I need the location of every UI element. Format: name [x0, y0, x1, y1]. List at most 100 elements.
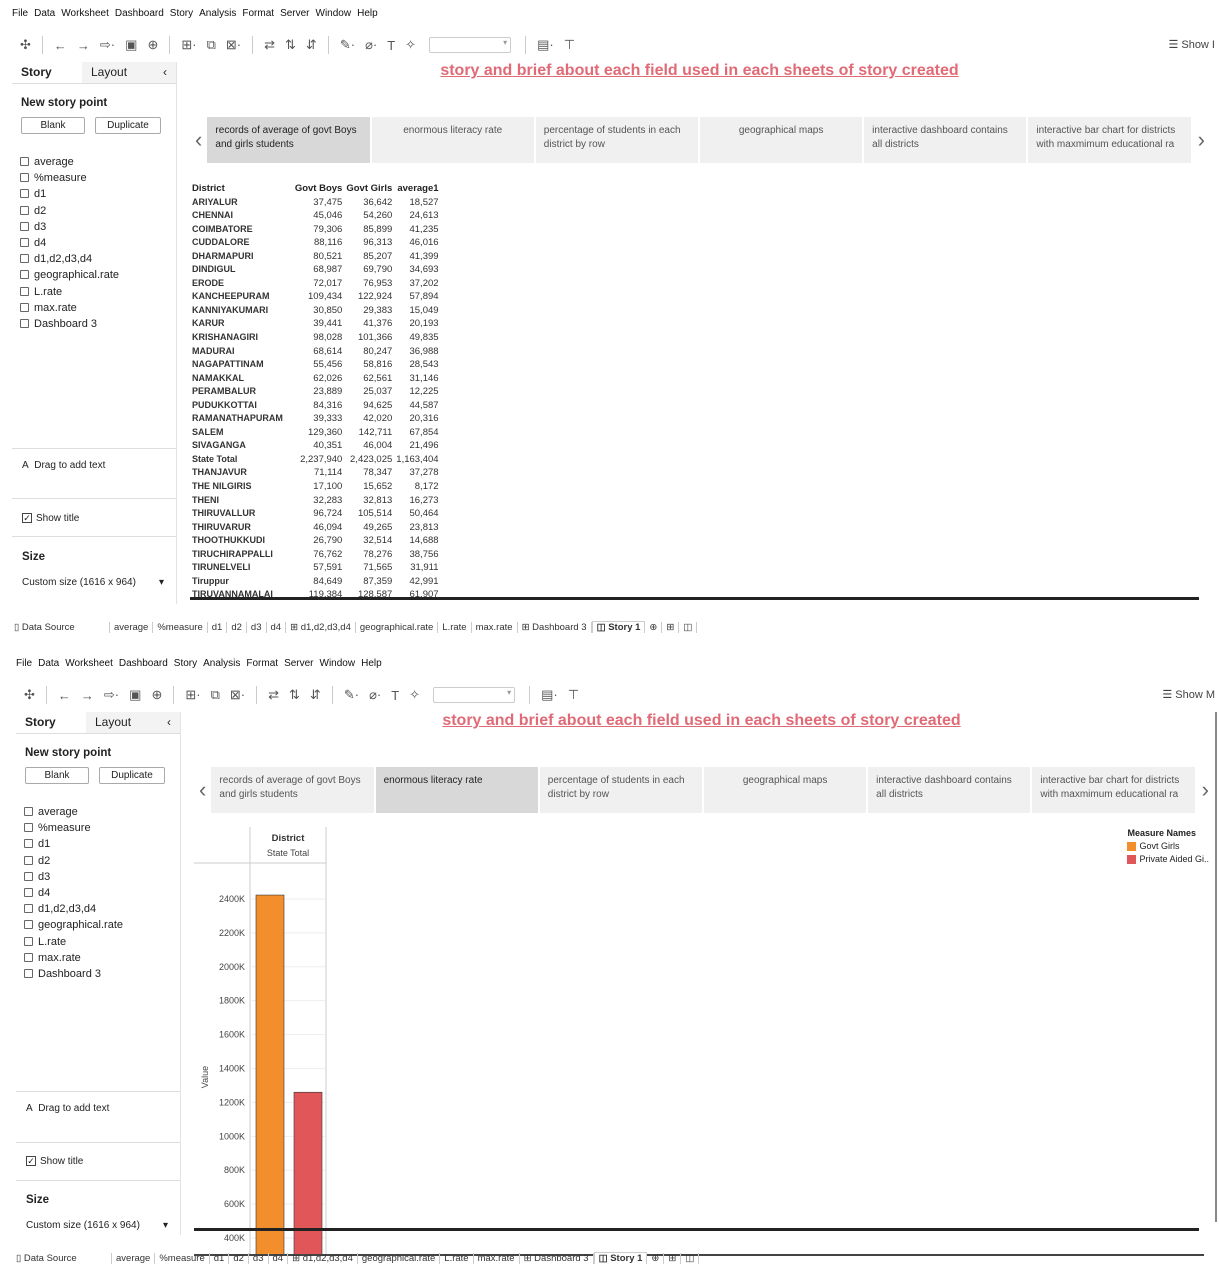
menu-server[interactable]: Server	[284, 658, 313, 676]
new-dashboard-tab-icon[interactable]: ⊞	[664, 1252, 682, 1264]
new-story-tab-icon[interactable]: ◫	[681, 1252, 700, 1264]
story-title[interactable]: story and brief about each field used in…	[184, 712, 1219, 730]
swap-icon[interactable]: ⇄	[268, 687, 279, 703]
sheet-list-item[interactable]: Dashboard 3	[24, 966, 172, 982]
drag-text-item[interactable]: A Drag to add text	[26, 1103, 109, 1114]
sheet-list-item[interactable]: d2	[20, 203, 168, 219]
new-worksheet-icon[interactable]: ⊞·	[185, 687, 200, 703]
story-point-3[interactable]: percentage of students in each district …	[539, 767, 702, 813]
story-point-4[interactable]: geographical maps	[703, 767, 867, 813]
tab-d2[interactable]: d2	[227, 621, 247, 633]
sheet-list-item[interactable]: %measure	[20, 170, 168, 186]
sort-descending-icon[interactable]: ⇵	[310, 687, 321, 703]
tab-average[interactable]: average	[110, 621, 154, 633]
menu-help[interactable]: Help	[361, 658, 382, 676]
story-point-5[interactable]: interactive dashboard contains all distr…	[868, 767, 1031, 813]
tab--measure[interactable]: %measure	[153, 621, 208, 633]
tableau-logo-icon[interactable]: ✣	[24, 687, 35, 703]
story-point-2[interactable]: enormous literacy rate	[375, 767, 538, 813]
new-data-source-icon[interactable]: ⊕	[151, 687, 162, 703]
tab-average[interactable]: average	[112, 1252, 156, 1264]
replace-data-icon[interactable]: ⇨·	[100, 37, 115, 53]
sheet-list-item[interactable]: d1	[20, 186, 168, 202]
sheet-list-item[interactable]: max.rate	[24, 950, 172, 966]
sheet-list-item[interactable]: d3	[24, 869, 172, 885]
previous-point-arrow-icon[interactable]: ‹	[190, 117, 207, 163]
story-point-1[interactable]: records of average of govt Boys and girl…	[211, 767, 374, 813]
data-source-tab[interactable]: ▯ Data Source	[10, 621, 110, 633]
sheet-list-item[interactable]: L.rate	[24, 934, 172, 950]
story-point-3[interactable]: percentage of students in each district …	[535, 117, 698, 163]
new-data-source-icon[interactable]: ⊕	[147, 37, 158, 53]
menu-help[interactable]: Help	[357, 8, 378, 26]
sheet-list-item[interactable]: d1	[24, 836, 172, 852]
sheet-list-item[interactable]: L.rate	[20, 284, 168, 300]
tab-d1[interactable]: d1	[210, 1252, 230, 1264]
sort-descending-icon[interactable]: ⇵	[306, 37, 317, 53]
duplicate-button[interactable]: Duplicate	[95, 117, 161, 134]
show-cards-icon[interactable]: ▤·	[541, 687, 558, 703]
tab-geographical-rate[interactable]: geographical.rate	[358, 1252, 441, 1264]
next-point-arrow-icon[interactable]: ›	[1193, 117, 1210, 163]
data-source-tab[interactable]: ▯ Data Source	[12, 1252, 112, 1264]
sheet-list-item[interactable]: %measure	[24, 820, 172, 836]
group-icon[interactable]: ⌀·	[369, 687, 381, 703]
story-point-6[interactable]: interactive bar chart for districts with…	[1032, 767, 1195, 813]
tab-layout[interactable]: Layout ‹	[86, 712, 180, 733]
sheet-list-item[interactable]: average	[24, 804, 172, 820]
next-point-arrow-icon[interactable]: ›	[1197, 767, 1214, 813]
tab-l-rate[interactable]: L.rate	[438, 621, 472, 633]
show-me-button[interactable]: ☰ Show M	[1162, 688, 1215, 701]
tab-story[interactable]: Story	[12, 62, 82, 83]
highlight-icon[interactable]: ✎·	[340, 37, 355, 53]
menu-file[interactable]: File	[12, 8, 28, 26]
size-dropdown[interactable]: Custom size (1616 x 964) ▾	[22, 577, 164, 588]
legend-item[interactable]: Govt Girls	[1127, 840, 1209, 853]
sheet-list-item[interactable]: d4	[20, 235, 168, 251]
pin-icon[interactable]: ✧	[405, 37, 416, 53]
horizontal-scrollbar[interactable]	[194, 1228, 1199, 1231]
clear-sheet-icon[interactable]: ⊠·	[230, 687, 245, 703]
tab-dashboard-3[interactable]: ⊞ Dashboard 3	[520, 1252, 594, 1264]
fit-dropdown[interactable]	[429, 37, 512, 53]
tab-d4[interactable]: d4	[269, 1252, 289, 1264]
menu-format[interactable]: Format	[246, 658, 278, 676]
presentation-icon[interactable]: ⊤	[564, 37, 575, 53]
swap-icon[interactable]: ⇄	[264, 37, 275, 53]
new-dashboard-tab-icon[interactable]: ⊞	[662, 621, 680, 633]
sheet-list-item[interactable]: d2	[24, 853, 172, 869]
vertical-scrollbar[interactable]	[1215, 712, 1217, 1222]
menu-data[interactable]: Data	[34, 8, 55, 26]
presentation-icon[interactable]: ⊤	[568, 687, 579, 703]
menu-worksheet[interactable]: Worksheet	[61, 8, 109, 26]
undo-icon[interactable]: ←	[58, 688, 71, 703]
new-story-tab-icon[interactable]: ◫	[679, 621, 698, 633]
sort-ascending-icon[interactable]: ⇅	[289, 687, 300, 703]
tab-d1[interactable]: d1	[208, 621, 228, 633]
tab-dashboard-3[interactable]: ⊞ Dashboard 3	[518, 621, 592, 633]
sheet-list-item[interactable]: d3	[20, 219, 168, 235]
duplicate-button[interactable]: Duplicate	[99, 767, 165, 784]
new-worksheet-tab-icon[interactable]: ⊕	[647, 1252, 665, 1264]
menu-window[interactable]: Window	[320, 658, 356, 676]
story-point-6[interactable]: interactive bar chart for districts with…	[1028, 117, 1191, 163]
sheet-list-item[interactable]: d1,d2,d3,d4	[20, 251, 168, 267]
sheet-list-item[interactable]: average	[20, 154, 168, 170]
sort-ascending-icon[interactable]: ⇅	[285, 37, 296, 53]
undo-icon[interactable]: ←	[54, 38, 67, 53]
sheet-list-item[interactable]: Dashboard 3	[20, 316, 168, 332]
labels-icon[interactable]: T	[391, 688, 399, 703]
menu-window[interactable]: Window	[316, 8, 352, 26]
story-point-1[interactable]: records of average of govt Boys and girl…	[207, 117, 370, 163]
show-me-button[interactable]: ☰ Show I	[1168, 38, 1215, 51]
tab-max-rate[interactable]: max.rate	[472, 621, 518, 633]
menu-dashboard[interactable]: Dashboard	[119, 658, 168, 676]
new-worksheet-tab-icon[interactable]: ⊕	[645, 621, 663, 633]
menu-data[interactable]: Data	[38, 658, 59, 676]
tab-d3[interactable]: d3	[247, 621, 267, 633]
drag-text-item[interactable]: A Drag to add text	[22, 460, 105, 471]
story-point-4[interactable]: geographical maps	[699, 117, 863, 163]
sheet-list-item[interactable]: geographical.rate	[20, 267, 168, 283]
pin-icon[interactable]: ✧	[409, 687, 420, 703]
sheet-list-item[interactable]: d4	[24, 885, 172, 901]
